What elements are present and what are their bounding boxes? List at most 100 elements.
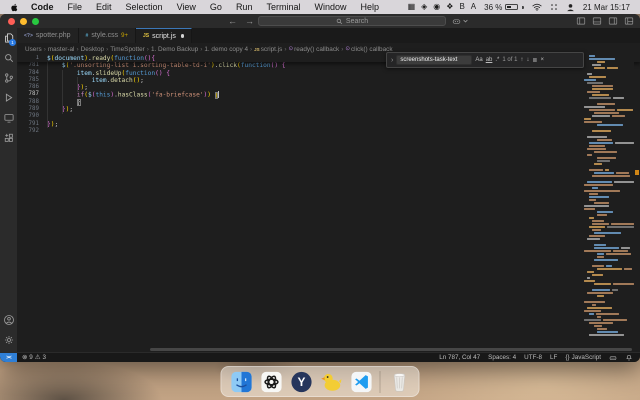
menubar-extras: ▦ ◈ ◉ ❖ B A xyxy=(408,0,477,14)
openai-icon[interactable]: ◈ xyxy=(421,0,427,14)
dock-icon-vscode[interactable] xyxy=(350,370,373,393)
tab-problems-badge: 9+ xyxy=(121,32,129,39)
indentation[interactable]: Spaces: 4 xyxy=(488,354,516,361)
explorer-icon[interactable]: 1 xyxy=(1,30,16,46)
code-editor[interactable]: 1 $(document).ready(function(){ 781 $('.u… xyxy=(17,55,640,349)
line-number: 789 xyxy=(28,106,39,113)
code-line-786[interactable]: 786 }); xyxy=(17,84,640,91)
breadcrumb-item[interactable]: Users xyxy=(25,46,42,53)
breadcrumb-item[interactable]: TimeSpotter xyxy=(110,46,145,53)
code-line-788[interactable]: 788 } xyxy=(17,98,640,106)
navigate-forward-icon[interactable]: → xyxy=(245,16,254,26)
keyboard-icon[interactable]: ▦ xyxy=(408,0,416,14)
extensions-icon[interactable] xyxy=(1,130,16,146)
menubar-clock[interactable]: 21 Mar 15:17 xyxy=(583,3,630,12)
breadcrumb-item[interactable]: Desktop xyxy=(81,46,104,53)
toggle-panel-icon[interactable] xyxy=(592,16,602,26)
close-find-icon[interactable]: × xyxy=(540,57,544,63)
match-case-icon[interactable]: Aa xyxy=(475,57,482,63)
breadcrumb-item[interactable]: script.js xyxy=(261,46,283,53)
regex-icon[interactable]: .* xyxy=(495,57,499,63)
dock-icon-finder[interactable] xyxy=(230,370,253,393)
toggle-replace-icon[interactable]: › xyxy=(391,57,393,64)
code-line-785[interactable]: 785 item.detach(); xyxy=(17,77,640,84)
dock-icon-cyberduck[interactable] xyxy=(320,370,343,393)
menu-item-edit[interactable]: Edit xyxy=(89,0,119,14)
menu-item-code[interactable]: Code xyxy=(24,0,61,14)
settings-gear-icon[interactable] xyxy=(1,332,16,348)
dock-icon-trash[interactable] xyxy=(388,370,411,393)
code-line-784[interactable]: 784 item.slideUp(function() { xyxy=(17,70,640,77)
remote-explorer-icon[interactable] xyxy=(1,110,16,126)
breadcrumb-item[interactable]: ready() callback xyxy=(294,46,339,53)
toggle-primary-sidebar-icon[interactable] xyxy=(576,16,586,26)
menu-item-go[interactable]: Go xyxy=(203,0,229,14)
remote-indicator[interactable]: >< xyxy=(0,352,17,362)
tab-label: script.js xyxy=(152,32,176,40)
text-cursor xyxy=(218,91,220,98)
close-window-button[interactable] xyxy=(8,17,15,25)
battery-indicator[interactable]: 36 % xyxy=(484,3,524,12)
tab-script.js[interactable]: JS script.js xyxy=(136,28,193,43)
find-in-selection-icon[interactable]: ≣ xyxy=(532,57,537,64)
search-sidebar-icon[interactable] xyxy=(1,50,16,66)
menu-item-view[interactable]: View xyxy=(170,0,203,14)
status-bar: >< ⊗ 9 ⚠ 3 Ln 787, Col 47 Spaces: 4 UTF-8 … xyxy=(0,352,640,362)
menu-item-run[interactable]: Run xyxy=(229,0,260,14)
problems-indicator[interactable]: ⊗ 9 ⚠ 3 xyxy=(22,354,46,361)
line-number: 781 xyxy=(28,62,39,69)
copilot-status-icon[interactable] xyxy=(609,354,617,362)
menu-item-selection[interactable]: Selection xyxy=(119,0,170,14)
dock: Y xyxy=(220,366,420,397)
code-line-791[interactable]: 791}); xyxy=(17,121,640,128)
find-input[interactable]: screenshots-task-text xyxy=(396,55,473,65)
minimize-window-button[interactable] xyxy=(20,17,27,25)
apple-menu-icon[interactable] xyxy=(10,2,20,12)
input-source-icon[interactable]: A xyxy=(471,0,476,14)
customize-layout-icon[interactable] xyxy=(624,16,634,26)
js-file-icon: JS xyxy=(254,46,260,52)
previous-match-icon[interactable]: ↑ xyxy=(520,57,523,63)
dock-icon-yandex-browser[interactable]: Y xyxy=(290,370,313,393)
menu-item-window[interactable]: Window xyxy=(307,0,353,14)
code-line-787[interactable]: 787 if($(this).hasClass('fa-briefcase'))… xyxy=(17,91,640,99)
eol-sequence[interactable]: LF xyxy=(550,354,557,361)
source-control-icon[interactable] xyxy=(1,70,16,86)
horizontal-scrollbar[interactable] xyxy=(150,348,632,351)
code-line-790[interactable]: 790 xyxy=(17,113,640,120)
command-center-search[interactable]: Search xyxy=(258,16,446,26)
copilot-menu-button[interactable] xyxy=(452,16,468,26)
menu-item-file[interactable]: File xyxy=(61,0,90,14)
control-center-icon[interactable] xyxy=(550,3,558,11)
accounts-icon[interactable] xyxy=(1,312,16,328)
shapes-icon[interactable]: ❖ xyxy=(446,0,453,14)
next-match-icon[interactable]: ↓ xyxy=(526,57,529,63)
record-icon[interactable]: ◉ xyxy=(433,0,440,14)
code-line-792[interactable]: 792 xyxy=(17,128,640,135)
notifications-bell-icon[interactable] xyxy=(625,354,633,362)
cursor-position[interactable]: Ln 787, Col 47 xyxy=(439,354,480,361)
dock-icon-chatgpt[interactable] xyxy=(260,370,283,393)
tab-style.css[interactable]: # style.css 9+ xyxy=(78,28,137,43)
wifi-icon[interactable] xyxy=(532,3,542,11)
window-titlebar: ← → Search xyxy=(0,14,640,28)
code-line-789[interactable]: 789 }); xyxy=(17,106,640,113)
encoding[interactable]: UTF-8 xyxy=(524,354,542,361)
breadcrumb-item[interactable]: 1. Demo Backup xyxy=(151,46,198,53)
toggle-secondary-sidebar-icon[interactable] xyxy=(608,16,618,26)
zoom-window-button[interactable] xyxy=(32,17,39,25)
language-mode[interactable]: {} JavaScript xyxy=(565,354,601,361)
editor-tabs: <?> spotter.php # style.css 9+ JS script.js xyxy=(17,28,640,43)
whole-word-icon[interactable]: ab xyxy=(486,57,493,63)
breadcrumb-item[interactable]: 1. demo copy 4 xyxy=(204,46,248,53)
user-menu-icon[interactable] xyxy=(566,3,575,12)
menu-item-terminal[interactable]: Terminal xyxy=(259,0,307,14)
dirty-indicator-icon[interactable] xyxy=(180,34,185,38)
run-debug-icon[interactable] xyxy=(1,90,16,106)
tab-spotter.php[interactable]: <?> spotter.php xyxy=(17,28,79,43)
navigate-back-icon[interactable]: ← xyxy=(228,16,237,26)
minimap[interactable] xyxy=(584,55,634,348)
breadcrumb-item[interactable]: master-al xyxy=(48,46,75,53)
menu-item-help[interactable]: Help xyxy=(353,0,386,14)
bluetooth-app-icon[interactable]: B xyxy=(459,0,464,14)
